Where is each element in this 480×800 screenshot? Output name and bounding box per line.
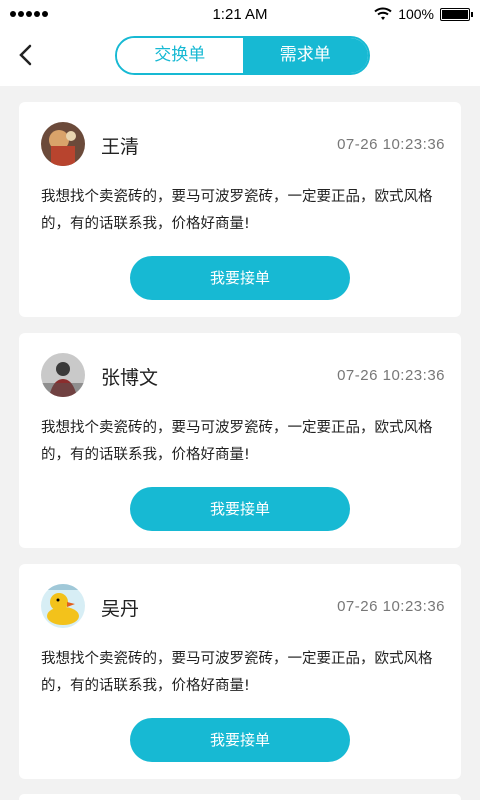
user-name: 张博文	[101, 367, 159, 389]
order-time: 07-26 10:23:36	[337, 598, 445, 615]
order-card: 王清 07-26 10:23:36 我想找个卖瓷砖的，要马可波罗瓷砖，一定要正品…	[19, 102, 461, 317]
accept-order-button[interactable]: 我要接单	[130, 718, 350, 762]
segment-control: 交换单 需求单	[115, 36, 370, 75]
user-name: 王清	[101, 136, 140, 158]
wifi-icon	[374, 7, 392, 20]
order-card-partial	[19, 794, 461, 800]
status-right: 100%	[374, 6, 473, 22]
battery-icon	[440, 7, 473, 21]
order-content: 我想找个卖瓷砖的，要马可波罗瓷砖，一定要正品，欧式风格的，有的话联系我，价格好商…	[41, 420, 433, 463]
order-card: 吴丹 07-26 10:23:36 我想找个卖瓷砖的，要马可波罗瓷砖，一定要正品…	[19, 564, 461, 779]
avatar	[41, 353, 85, 397]
order-content: 我想找个卖瓷砖的，要马可波罗瓷砖，一定要正品，欧式风格的，有的话联系我，价格好商…	[41, 189, 433, 232]
tab-exchange[interactable]: 交换单	[117, 38, 243, 73]
order-time: 07-26 10:23:36	[337, 367, 445, 384]
status-bar: 1:21 AM 100%	[0, 0, 480, 30]
battery-percent: 100%	[398, 6, 434, 22]
avatar	[41, 584, 85, 628]
order-content: 我想找个卖瓷砖的，要马可波罗瓷砖，一定要正品，欧式风格的，有的话联系我，价格好商…	[41, 651, 433, 694]
avatar	[41, 122, 85, 166]
back-icon[interactable]	[10, 38, 42, 70]
accept-order-button[interactable]: 我要接单	[130, 256, 350, 300]
nav-bar: 交换单 需求单	[0, 30, 480, 86]
order-time: 07-26 10:23:36	[337, 136, 445, 153]
order-card: 张博文 07-26 10:23:36 我想找个卖瓷砖的，要马可波罗瓷砖，一定要正…	[19, 333, 461, 548]
tab-demand[interactable]: 需求单	[242, 38, 368, 73]
accept-order-button[interactable]: 我要接单	[130, 487, 350, 531]
user-name: 吴丹	[101, 598, 140, 620]
